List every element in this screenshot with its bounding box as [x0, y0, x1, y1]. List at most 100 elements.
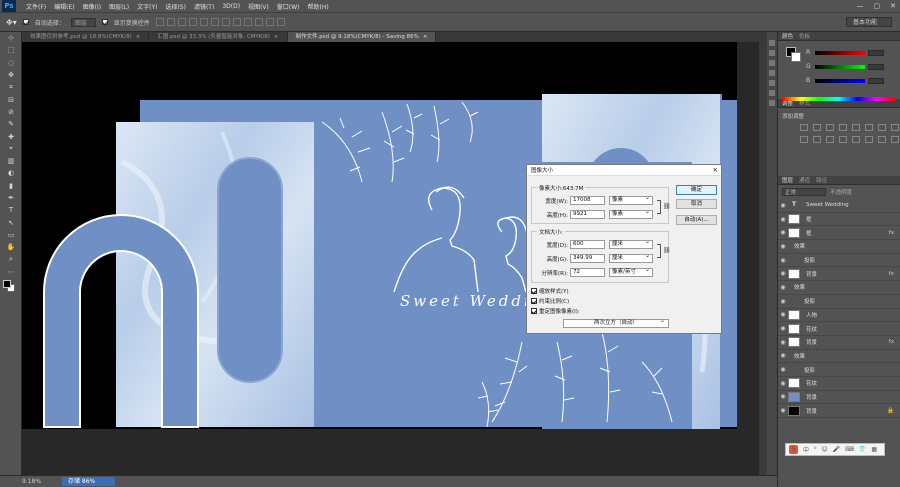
visibility-eye-icon[interactable]: ◉	[778, 284, 788, 291]
curves-icon[interactable]	[826, 124, 834, 131]
visibility-eye-icon[interactable]: ◉	[778, 393, 788, 400]
doc-height-unit-select[interactable]: 厘米	[609, 252, 653, 263]
menu-layer[interactable]: 图层(L)	[105, 2, 133, 11]
close-icon[interactable]: ✕	[890, 0, 896, 12]
visibility-eye-icon[interactable]: ◉	[778, 352, 788, 359]
workspace-dropdown[interactable]: 基本功能	[845, 17, 892, 27]
color-lookup-icon[interactable]	[826, 136, 834, 143]
align-hcenter-icon[interactable]	[199, 18, 208, 26]
ime-punct-icon[interactable]: ⁰	[814, 446, 816, 453]
visibility-eye-icon[interactable]: ◉	[778, 257, 788, 264]
layer-row[interactable]: ◉ 花纹	[778, 377, 900, 391]
actions-panel-icon[interactable]	[769, 100, 775, 106]
move-tool-icon[interactable]: ⊹	[0, 32, 22, 44]
close-icon[interactable]: ×	[423, 34, 428, 40]
align-top-icon[interactable]	[155, 18, 164, 26]
healing-tool-icon[interactable]: ⊘	[0, 106, 22, 118]
menu-3d[interactable]: 3D(D)	[218, 3, 244, 10]
brush-tool-icon[interactable]: ✎	[0, 118, 22, 130]
rectangle-tool-icon[interactable]: ▭	[0, 229, 22, 241]
ime-skin-icon[interactable]: 👕	[859, 446, 866, 453]
layer-row[interactable]: ◉ 花纹	[778, 322, 900, 336]
menu-edit[interactable]: 编辑(E)	[50, 2, 78, 11]
path-select-tool-icon[interactable]: ↖	[0, 216, 22, 228]
pen-tool-icon[interactable]: ✒	[0, 192, 22, 204]
show-transform-checkbox[interactable]	[101, 19, 108, 25]
layer-effects-icon[interactable]: fx	[889, 271, 894, 277]
ime-tools-icon[interactable]: ▦	[871, 446, 877, 453]
layer-row[interactable]: ◉ 背景 fx	[778, 336, 900, 350]
distribute-right-icon[interactable]	[276, 18, 285, 26]
align-vcenter-icon[interactable]	[166, 18, 175, 26]
exposure-icon[interactable]	[839, 124, 847, 131]
layer-row[interactable]: ◉ 投影	[778, 295, 900, 309]
blend-mode-dropdown[interactable]: 正常	[782, 188, 826, 196]
ime-chinese-icon[interactable]: 中	[803, 445, 809, 454]
distribute-top-icon[interactable]	[221, 18, 230, 26]
distribute-bottom-icon[interactable]	[243, 18, 252, 26]
tab-color[interactable]: 颜色	[782, 32, 793, 40]
quick-select-tool-icon[interactable]: ✥	[0, 69, 22, 81]
visibility-eye-icon[interactable]: ◉	[778, 407, 788, 414]
layer-row[interactable]: ◉ 背景 fx	[778, 267, 900, 282]
eyedropper-tool-icon[interactable]: ⊟	[0, 93, 22, 105]
pixel-height-unit-select[interactable]: 像素	[609, 208, 653, 219]
layer-effects-icon[interactable]: fx	[889, 230, 894, 236]
ime-keyboard-icon[interactable]: ⌨	[845, 446, 854, 453]
red-value-field[interactable]	[868, 49, 884, 56]
menu-help[interactable]: 帮助(H)	[304, 2, 333, 11]
align-bottom-icon[interactable]	[177, 18, 186, 26]
bw-icon[interactable]	[891, 124, 899, 131]
type-tool-icon[interactable]: T	[0, 204, 22, 216]
auto-select-dropdown[interactable]: 图层	[70, 17, 96, 27]
menu-view[interactable]: 视图(V)	[244, 2, 273, 11]
levels-icon[interactable]	[813, 124, 821, 131]
tab-paths[interactable]: 路径	[816, 176, 827, 184]
lasso-tool-icon[interactable]: ◌	[0, 57, 22, 69]
tab-layers[interactable]: 图层	[782, 176, 793, 184]
paragraph-panel-icon[interactable]	[769, 70, 775, 76]
minimize-icon[interactable]: —	[857, 0, 864, 12]
brush-panel-icon[interactable]	[769, 80, 775, 86]
posterize-icon[interactable]	[852, 136, 860, 143]
close-icon[interactable]: ✕	[713, 165, 718, 176]
layer-row[interactable]: ◉ 框 fx	[778, 226, 900, 241]
resolution-input[interactable]: 72	[570, 268, 605, 277]
tab-swatches[interactable]: 色板	[799, 32, 810, 40]
zoom-level[interactable]: 9.18%	[22, 478, 41, 485]
invert-icon[interactable]	[839, 136, 847, 143]
marquee-tool-icon[interactable]: ⬚	[0, 44, 22, 56]
auto-select-checkbox[interactable]	[22, 19, 29, 25]
visibility-eye-icon[interactable]: ◉	[778, 298, 788, 305]
resample-checkbox[interactable]	[531, 308, 537, 314]
doc-width-input[interactable]: 600	[570, 240, 605, 249]
align-left-icon[interactable]	[188, 18, 197, 26]
menu-file[interactable]: 文件(F)	[22, 2, 50, 11]
doc-tab-3-active[interactable]: 制作文件.psd @ 9.18%(CMYK/8) - Saving 86% ×	[287, 32, 437, 42]
auto-button[interactable]: 自动(A)...	[676, 215, 717, 225]
move-tool-icon[interactable]: ✥▾	[6, 18, 17, 27]
doc-tab-1[interactable]: 效果图仅供参考.psd @ 18.8%(CMYK/8) ×	[22, 32, 150, 42]
distribute-left-icon[interactable]	[254, 18, 263, 26]
green-slider[interactable]	[815, 64, 865, 69]
visibility-eye-icon[interactable]: ◉	[778, 216, 788, 223]
menu-filter[interactable]: 滤镜(T)	[190, 2, 218, 11]
character-panel-icon[interactable]	[769, 60, 775, 66]
foreground-color-swatch[interactable]	[3, 279, 11, 288]
resample-method-select[interactable]: 两次立方（自动）	[563, 317, 669, 328]
hand-tool-icon[interactable]: ✋	[0, 241, 22, 253]
menu-select[interactable]: 选择(S)	[161, 2, 190, 11]
photo-filter-icon[interactable]	[800, 136, 808, 143]
doc-width-unit-select[interactable]: 厘米	[609, 238, 653, 249]
distribute-vcenter-icon[interactable]	[232, 18, 241, 26]
green-value-field[interactable]	[868, 63, 884, 70]
dodge-tool-icon[interactable]: ▮	[0, 180, 22, 192]
sogou-logo-icon[interactable]: S	[789, 445, 798, 454]
ime-voice-icon[interactable]: 🎤	[833, 446, 840, 453]
layer-row[interactable]: ◉ 效果	[778, 350, 900, 364]
pixel-height-input[interactable]: 9921	[570, 210, 605, 219]
scale-styles-option[interactable]: 缩放样式(Y)	[531, 287, 569, 295]
layer-row[interactable]: ◉ 框	[778, 213, 900, 227]
blue-slider[interactable]	[815, 78, 865, 83]
more-tools-icon[interactable]: ⋯	[0, 266, 22, 278]
